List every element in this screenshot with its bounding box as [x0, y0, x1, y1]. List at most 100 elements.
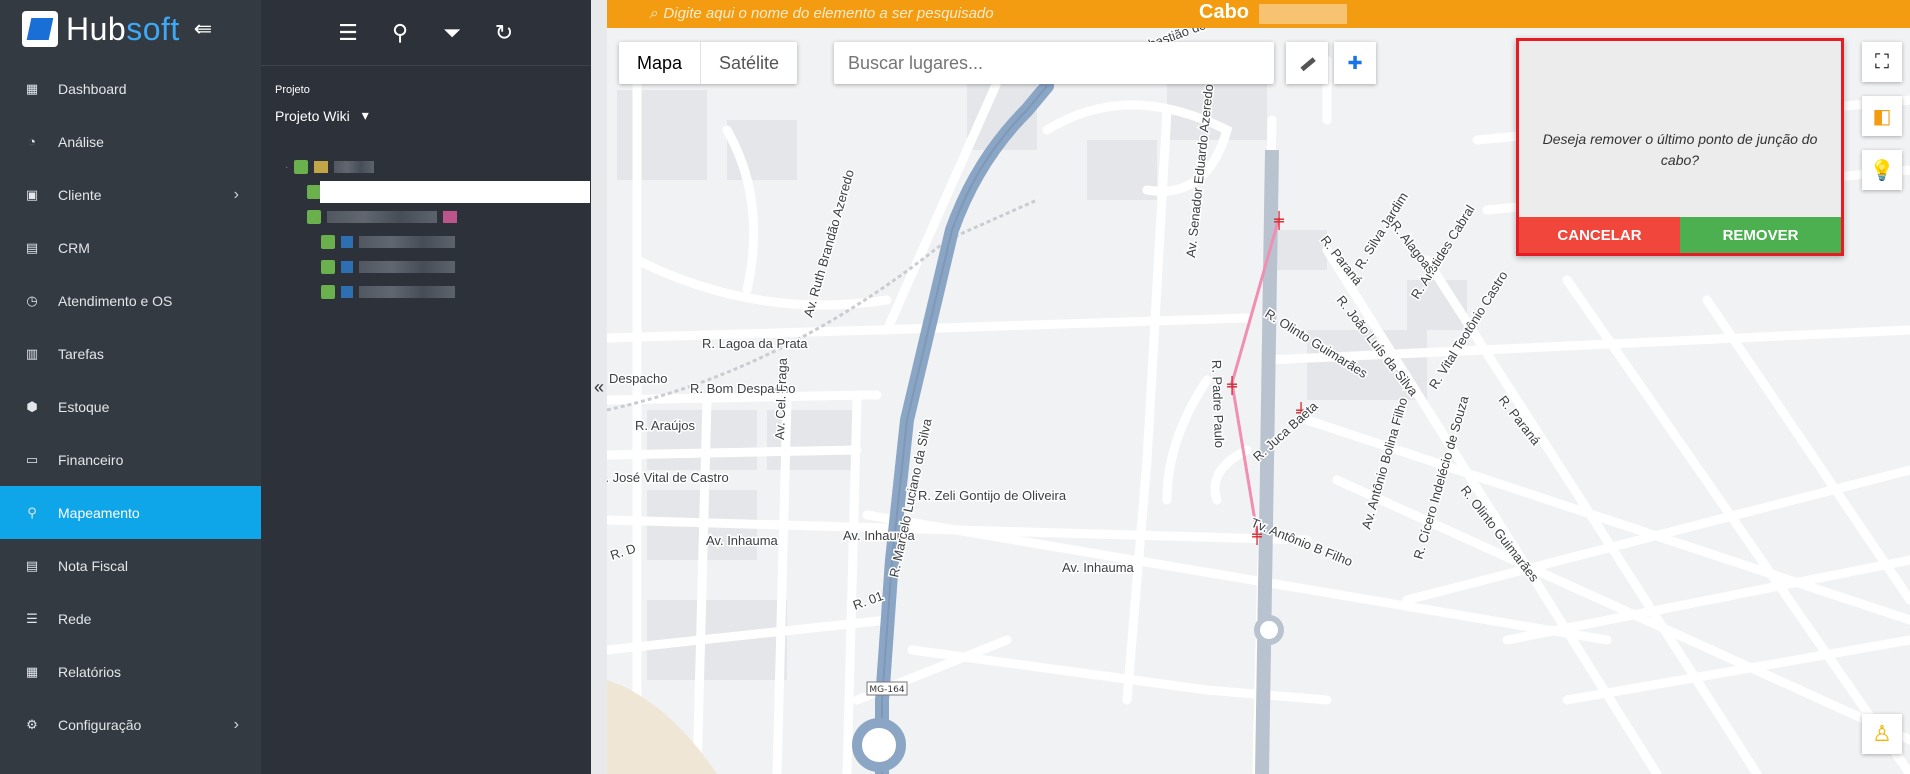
double-chevron-left-icon: « [593, 376, 604, 397]
tree-node[interactable]: · [285, 156, 457, 178]
street-label: Av. Inhauma [1062, 560, 1135, 575]
sidebar-item-label: Nota Fiscal [58, 557, 129, 574]
lightbulb-button[interactable]: 💡 [1862, 150, 1902, 190]
pole-marker-icon: ╪ [1226, 375, 1237, 395]
street-label: R. Padre Paulo [1209, 360, 1227, 449]
estoque-icon: ⬢ [26, 398, 38, 414]
cliente-icon: ▣ [25, 186, 39, 202]
project-label: Projeto [275, 84, 310, 96]
sidebar-item-nota-fiscal[interactable]: ▤ Nota Fiscal [0, 539, 261, 592]
project-select[interactable]: Projeto Wiki ▾ [275, 107, 369, 124]
layer-tree: · [285, 156, 457, 306]
sidebar-menu: ▦ Dashboard ◔ Análise ▣ Cliente › ▤ CRM ◷ Atendime… [0, 62, 261, 751]
street-label: Av. Ruth Brandão Azeredo [800, 168, 857, 319]
fullscreen-icon: ⛶ [1875, 50, 1889, 73]
sidebar-item-label: Estoque [58, 398, 110, 415]
remove-button[interactable]: REMOVER [1680, 217, 1841, 253]
sidebar-item-label: Mapeamento [58, 504, 140, 521]
sidebar-item-relatorios[interactable]: ▦ Relatórios [0, 645, 261, 698]
refresh-icon[interactable]: ↻ [491, 20, 517, 46]
menu-collapse-icon[interactable]: ⇚ [194, 16, 212, 42]
sidebar-item-label: Dashboard [58, 80, 127, 97]
relatorios-icon: ▦ [25, 663, 39, 679]
sidebar-item-label: Relatórios [58, 663, 122, 680]
sidebar-item-label: Atendimento e OS [58, 292, 173, 309]
route-shield: MG-164 [869, 685, 904, 695]
sidebar-item-mapeamento[interactable]: ⚲ Mapeamento [0, 486, 261, 539]
hubsoft-logo-icon[interactable] [22, 11, 58, 47]
main-sidebar: Hubsoft ⇚ ▦ Dashboard ◔ Análise ▣ Cliente › ▤ CR… [0, 0, 261, 774]
page-title: Cabo [1199, 1, 1249, 23]
sidebar-item-label: Configuração [58, 716, 142, 733]
dialog-message: Deseja remover o último ponto de junção … [1542, 131, 1818, 168]
sidebar-item-cliente[interactable]: ▣ Cliente › [0, 168, 261, 221]
tree-node[interactable] [321, 256, 457, 278]
checkbox-icon[interactable] [294, 160, 309, 174]
confirm-dialog: Deseja remover o último ponto de junção … [1516, 38, 1844, 256]
chevron-right-icon: › [233, 715, 239, 733]
rede-icon: ☰ [26, 610, 38, 626]
tree-node[interactable] [307, 206, 457, 228]
element-search-placeholder: Digite aqui o nome do elemento a ser pes… [663, 5, 994, 22]
tarefas-icon: ▥ [25, 345, 39, 361]
sidebar-item-rede[interactable]: ☰ Rede [0, 592, 261, 645]
add-user-button[interactable]: ✚ [1334, 42, 1376, 84]
chevron-right-icon: › [233, 185, 239, 203]
dialog-actions: CANCELAR REMOVER [1519, 217, 1841, 253]
redacted-title [1259, 4, 1347, 24]
tree-node[interactable] [321, 281, 457, 303]
sidebar-item-crm[interactable]: ▤ CRM [0, 221, 261, 274]
lightbulb-icon: 💡 [1869, 159, 1895, 182]
search-icon: ⌕ [649, 5, 658, 22]
mapeamento-icon: ⚲ [27, 504, 37, 520]
sidebar-item-estoque[interactable]: ⬢ Estoque [0, 380, 261, 433]
sidebar-item-dashboard[interactable]: ▦ Dashboard [0, 62, 261, 115]
brand-name: Hubsoft [66, 10, 180, 47]
places-search-input[interactable] [834, 42, 1274, 84]
sidebar-item-label: CRM [58, 239, 90, 256]
dashboard-icon: ▦ [25, 80, 39, 96]
map-pin-icon[interactable]: ⚲ [387, 20, 413, 46]
street-label: R. Zeli Gontijo de Oliveira [918, 488, 1067, 503]
configuracao-icon: ⚙ [26, 716, 38, 732]
nota-fiscal-icon: ▤ [25, 557, 39, 573]
street-label: R. Araújos [635, 418, 695, 433]
street-label: R. Bom Despacho [607, 371, 668, 386]
tree-node-highlight [320, 181, 590, 203]
sidebar-item-label: Rede [58, 610, 92, 627]
street-view-pegman[interactable]: ♙ [1862, 714, 1902, 754]
layers-button[interactable]: ◧ [1862, 96, 1902, 136]
map-type-control: Mapa Satélite [619, 42, 798, 84]
financeiro-icon: ▭ [25, 451, 39, 467]
analise-icon: ◔ [28, 134, 36, 149]
street-label: R. Alagoas [1388, 218, 1439, 277]
tree-node[interactable] [321, 231, 457, 253]
layers-icon: ◧ [1872, 105, 1892, 128]
menu-icon[interactable]: ☰ [335, 20, 361, 46]
filter-icon[interactable]: ⏷ [439, 20, 465, 46]
street-label: Av. Cel. Fraga [772, 357, 790, 440]
sidebar-item-analise[interactable]: ◔ Análise [0, 115, 261, 168]
sidebar-item-atendimento-e-os[interactable]: ◷ Atendimento e OS [0, 274, 261, 327]
street-label: Av. Inhauma [706, 533, 779, 548]
fullscreen-button[interactable]: ⛶ [1862, 42, 1902, 82]
panel-collapse-button[interactable]: « [591, 0, 607, 774]
ruler-icon: ▬ [1295, 50, 1319, 75]
sidebar-item-label: Tarefas [58, 345, 104, 362]
pegman-icon: ♙ [1872, 721, 1892, 746]
sidebar-item-financeiro[interactable]: ▭ Financeiro [0, 433, 261, 486]
cancel-button[interactable]: CANCELAR [1519, 217, 1680, 253]
map-type-satellite-button[interactable]: Satélite [701, 42, 797, 84]
sidebar-item-label: Cliente [58, 186, 102, 203]
sidebar-item-tarefas[interactable]: ▥ Tarefas [0, 327, 261, 380]
brand: Hubsoft ⇚ [0, 0, 261, 58]
add-user-icon: ✚ [1347, 52, 1363, 73]
map-type-map-button[interactable]: Mapa [619, 42, 702, 84]
element-search-bar: ⌕ Digite aqui o nome do elemento a ser p… [607, 0, 1910, 28]
element-search-input[interactable]: ⌕ Digite aqui o nome do elemento a ser p… [649, 5, 994, 22]
street-label: R. José Vital de Castro [607, 470, 729, 485]
chevron-down-icon: ▾ [361, 107, 369, 123]
ruler-button[interactable]: ▬ [1286, 42, 1328, 84]
sidebar-item-configuracao[interactable]: ⚙ Configuração › [0, 698, 261, 751]
atendimento-e-os-icon: ◷ [26, 292, 38, 308]
